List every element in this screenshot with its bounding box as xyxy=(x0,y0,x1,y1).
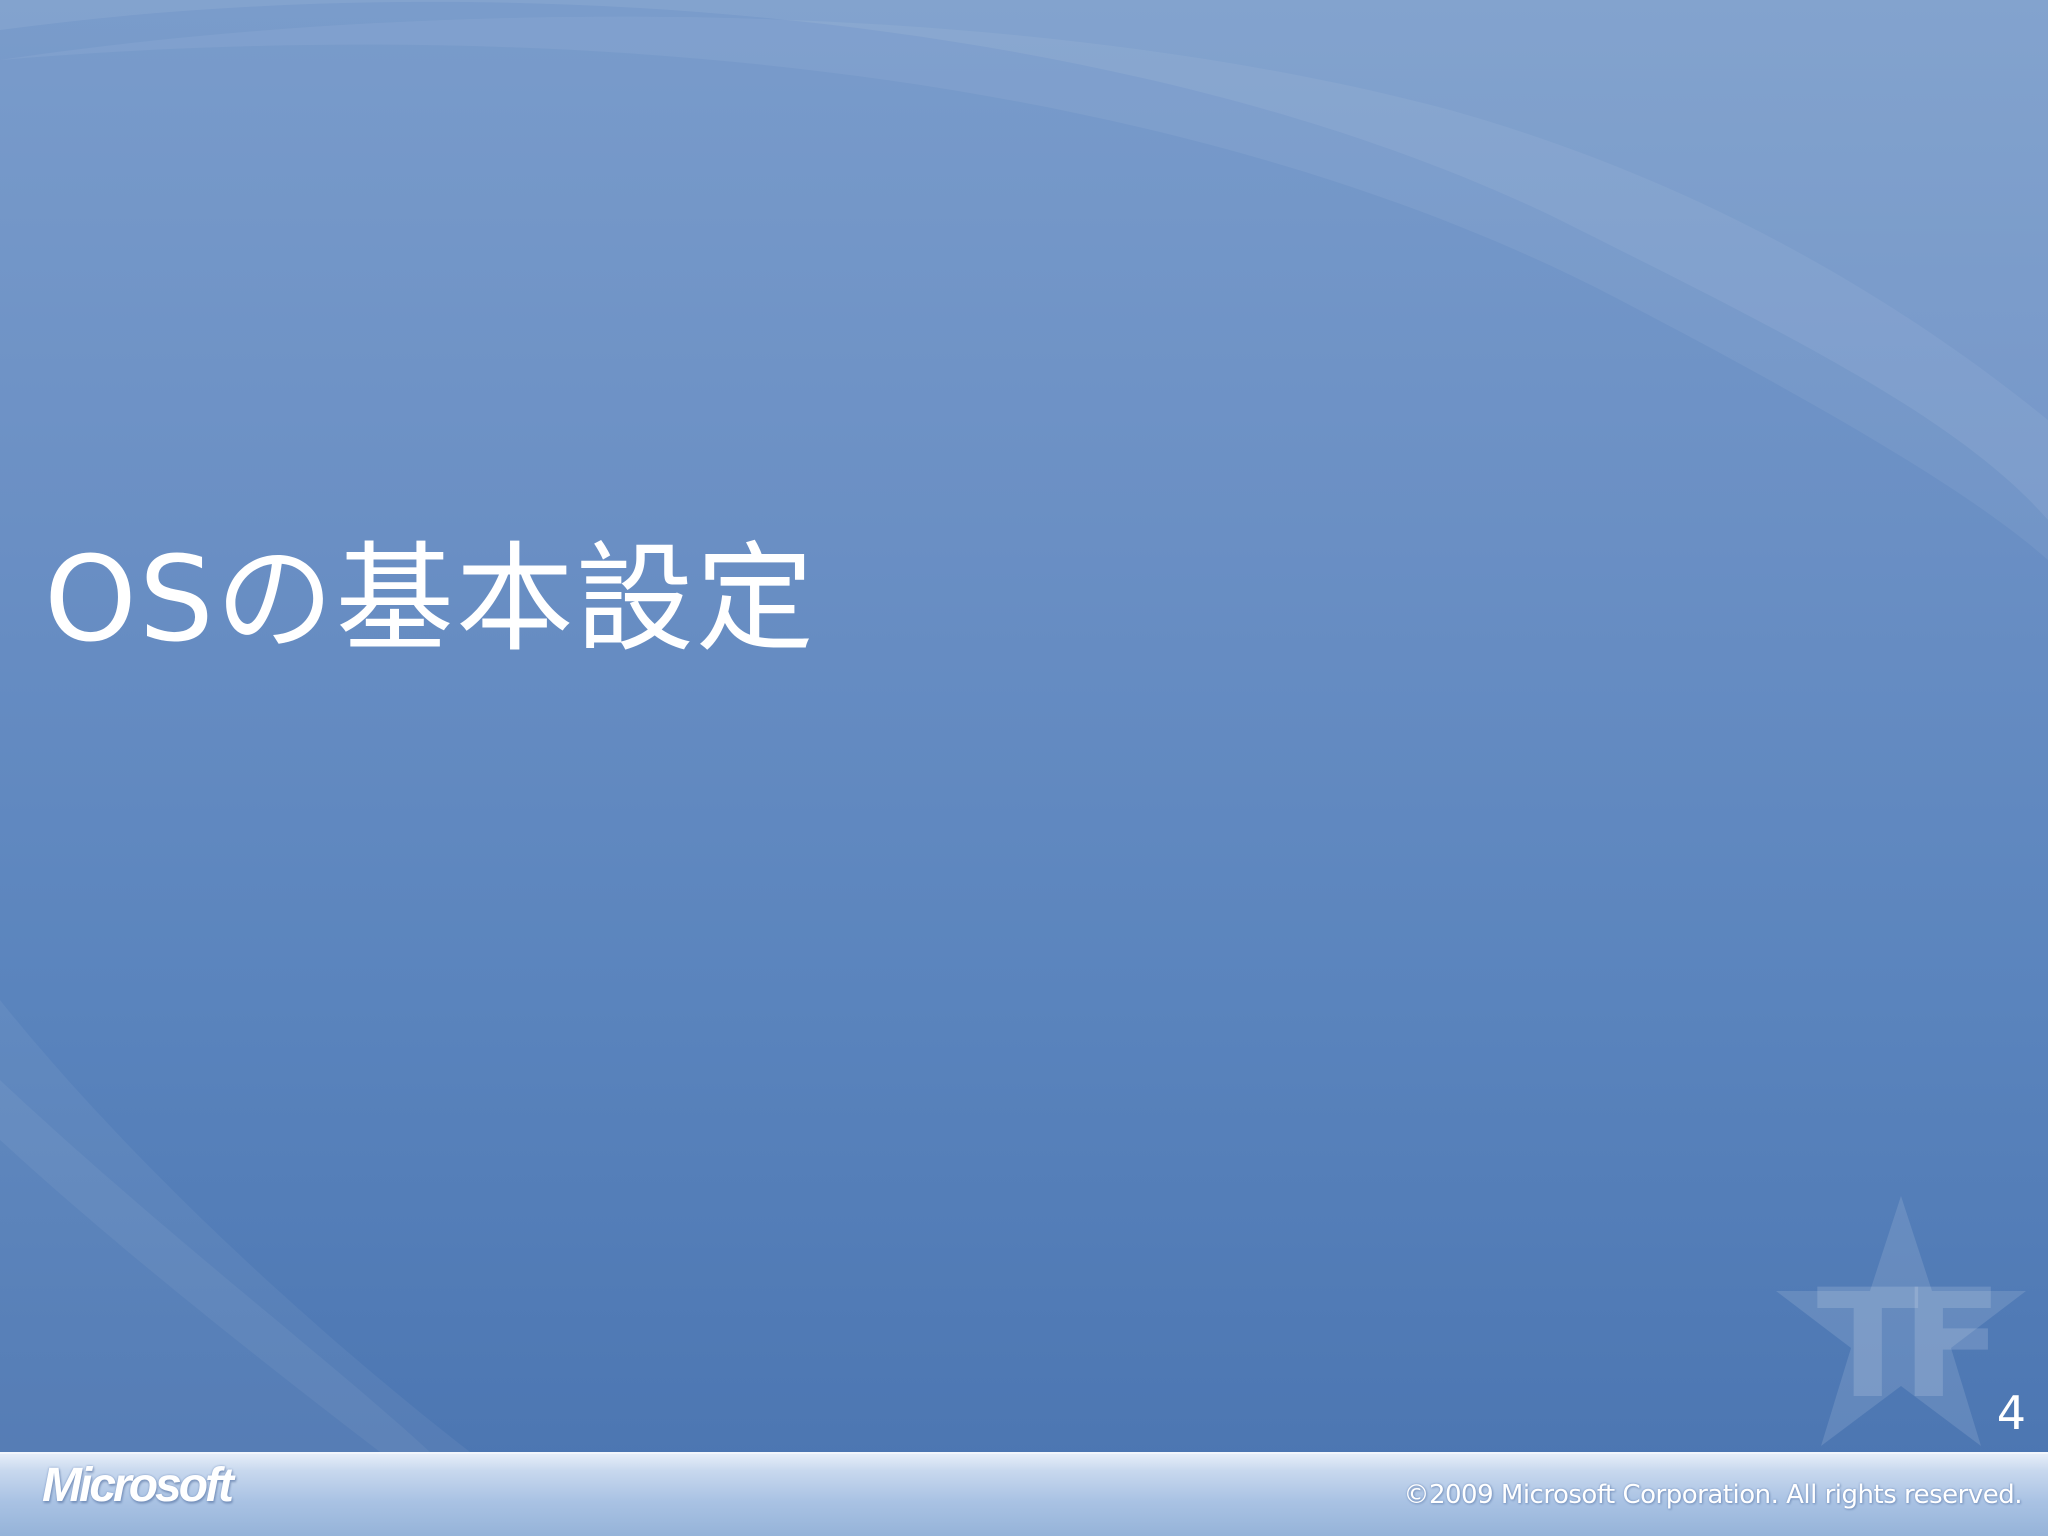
microsoft-logo: Microsoft xyxy=(42,1459,234,1512)
footer-bar: Microsoft ©2009 Microsoft Corporation. A… xyxy=(0,1452,2048,1536)
copyright-notice: ©2009 Microsoft Corporation. All rights … xyxy=(1403,1480,2022,1510)
slide-title: OSの基本設定 xyxy=(44,530,816,668)
tf-star-logo-icon: TF xyxy=(1776,1196,2026,1446)
presentation-slide: OSの基本設定 TF 4 Microsoft ©2009 Microsoft C… xyxy=(0,0,2048,1536)
page-number: 4 xyxy=(1996,1386,2026,1440)
svg-text:TF: TF xyxy=(1817,1258,1991,1432)
background-swoosh xyxy=(0,0,2048,1452)
